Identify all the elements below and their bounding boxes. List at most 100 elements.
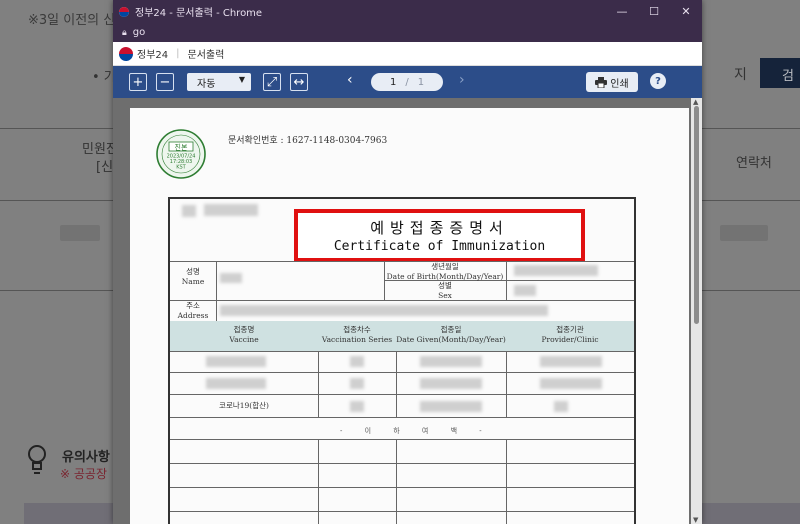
page-indicator[interactable]: 1 / 1: [371, 73, 443, 91]
previous-page-button[interactable]: ‹: [347, 72, 353, 88]
window-titlebar: 정부24 - 문서출력 - Chrome — ☐ ✕: [113, 0, 702, 23]
chrome-popup-window: 정부24 - 문서출력 - Chrome — ☐ ✕ 🔒︎ go 정부24 | …: [113, 0, 702, 524]
lock-icon: 🔒︎: [122, 27, 127, 38]
zoom-value: 자동: [197, 79, 216, 90]
lightbulb-icon: [28, 445, 46, 474]
current-page: 1: [389, 76, 397, 88]
blurred-provider-cell: [540, 356, 602, 367]
covid-vaccine-cell: 코로나19(합산): [219, 401, 269, 410]
blurred-date-cell: [420, 401, 482, 412]
blurred-issue-number: [182, 205, 196, 217]
provider-header-english: Provider/Clinic: [541, 335, 599, 344]
site-header: 정부24 | 문서출력: [113, 42, 702, 66]
blurred-issue-number: [204, 204, 258, 216]
printer-icon: [595, 76, 608, 88]
series-header: 접종차수 Vaccination Series: [318, 325, 396, 345]
scrollbar-thumb[interactable]: [694, 106, 699, 324]
sex-label-english: Sex: [438, 291, 452, 300]
site-page-title: 문서출력: [187, 50, 225, 61]
address-label-english: Address: [177, 311, 209, 320]
date-given-header-english: Date Given(Month/Day/Year): [396, 335, 506, 344]
zoom-select[interactable]: 자동 ▼: [187, 73, 251, 91]
background-notice: ※3일 이전의 신: [28, 13, 116, 28]
provider-header: 접종기관 Provider/Clinic: [506, 325, 634, 345]
gov24-logo-icon: [119, 46, 133, 61]
table-rule: [170, 351, 634, 352]
table-rule: [170, 417, 634, 418]
close-button[interactable]: ✕: [670, 0, 702, 23]
document-number: 문서확인번호 : 1627-1148-0304-7963: [228, 136, 388, 146]
sex-label-korean: 성별: [438, 281, 452, 290]
background-caution-sub: ※ 공공장: [60, 467, 107, 481]
site-brand: 정부24: [137, 50, 169, 61]
pdf-viewer[interactable]: 진본 2023/07/24 17:28:03 KST 문서확인번호 : 1627…: [113, 98, 702, 524]
date-given-header-korean: 접종일: [440, 325, 462, 334]
vaccine-header-korean: 접종명: [233, 325, 255, 334]
print-label: 인쇄: [610, 78, 629, 90]
background-blurred-cell: [720, 225, 768, 241]
page-separator: /: [405, 76, 409, 88]
sex-label: 성별 Sex: [384, 281, 506, 301]
gov24-favicon-icon: [119, 6, 129, 17]
stamp-kst: KST: [176, 165, 186, 171]
scroll-up-icon[interactable]: ▲: [693, 98, 698, 106]
fit-page-button[interactable]: ⤢: [263, 73, 281, 91]
blurred-date-cell: [420, 356, 482, 367]
background-caution-title: 유의사항: [62, 450, 110, 465]
table-rule: [170, 511, 634, 512]
print-button[interactable]: 인쇄: [586, 72, 638, 92]
address-label-korean: 주소: [186, 301, 200, 310]
end-of-list-marker: - 이 하 여 백 -: [340, 427, 492, 435]
zoom-out-button[interactable]: −: [156, 73, 174, 91]
pdf-toolbar: + − 자동 ▼ ⤢ ↔ ‹ 1 / 1 › 인쇄 ?: [113, 66, 702, 98]
name-label-english: Name: [181, 277, 205, 286]
certificate-title-english: Certificate of Immunization: [333, 239, 546, 254]
window-controls: — ☐ ✕: [606, 0, 702, 23]
certificate-title-box: 예방접종증명서 Certificate of Immunization: [294, 209, 585, 262]
background-blurred-cell: [60, 225, 100, 241]
certificate-form: 예방접종증명서 Certificate of Immunization 성명 N…: [168, 197, 636, 524]
background-search-button[interactable]: 검: [760, 58, 800, 88]
address-text: go: [132, 27, 146, 38]
fit-width-button[interactable]: ↔: [290, 73, 308, 91]
vaccine-header: 접종명 Vaccine: [170, 325, 318, 345]
total-pages: 1: [417, 76, 425, 88]
scroll-down-icon[interactable]: ▼: [693, 516, 698, 524]
blurred-birth-date: [514, 265, 598, 276]
maximize-button[interactable]: ☐: [638, 0, 670, 23]
name-label-korean: 성명: [186, 267, 200, 276]
table-rule: [506, 261, 507, 300]
stamp-label: 진본: [175, 143, 188, 152]
birth-label-korean: 생년월일: [431, 262, 459, 271]
help-button[interactable]: ?: [650, 73, 666, 89]
zoom-in-button[interactable]: +: [129, 73, 147, 91]
table-rule: [318, 439, 319, 524]
table-rule: [170, 439, 634, 440]
blurred-provider-cell: [554, 401, 568, 412]
blurred-name: [220, 273, 242, 283]
blurred-series-cell: [350, 378, 364, 389]
window-title: 정부24 - 문서출력 - Chrome: [135, 8, 263, 19]
blurred-date-cell: [420, 378, 482, 389]
minimize-button[interactable]: —: [606, 0, 638, 23]
series-header-korean: 접종차수: [343, 325, 371, 334]
blurred-series-cell: [350, 356, 364, 367]
table-rule: [170, 463, 634, 464]
next-page-button[interactable]: ›: [459, 72, 465, 88]
table-rule: [170, 372, 634, 373]
table-rule: [170, 487, 634, 488]
address-label: 주소 Address: [170, 301, 216, 321]
series-header-english: Vaccination Series: [321, 335, 393, 344]
blurred-vaccine-cell: [206, 378, 266, 389]
certificate-title-korean: 예방접종증명서: [370, 219, 509, 237]
table-rule: [170, 394, 634, 395]
provider-header-korean: 접종기관: [556, 325, 584, 334]
document-page: 진본 2023/07/24 17:28:03 KST 문서확인번호 : 1627…: [130, 108, 689, 524]
address-bar[interactable]: 🔒︎ go: [113, 23, 702, 42]
background-search-suffix: 지: [734, 67, 747, 83]
vertical-scrollbar[interactable]: ▲ ▼: [691, 98, 702, 524]
blurred-provider-cell: [540, 378, 602, 389]
blurred-address: [220, 305, 548, 316]
chevron-down-icon: ▼: [238, 75, 245, 84]
vaccine-header-english: Vaccine: [229, 335, 259, 344]
